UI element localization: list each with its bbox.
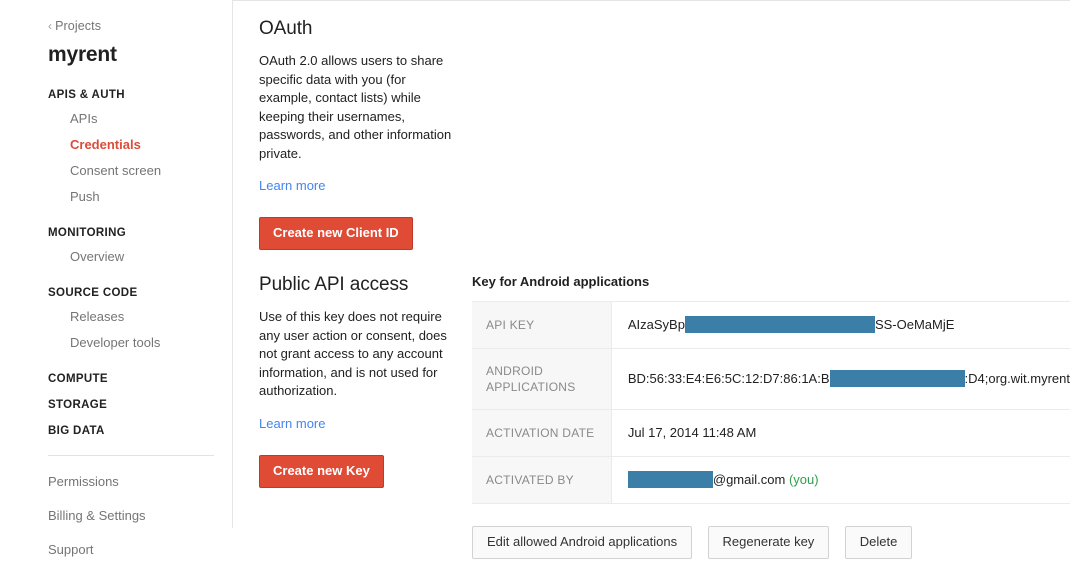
public-api-title: Public API access (259, 274, 409, 295)
oauth-description: OAuth 2.0 allows users to share specific… (259, 53, 452, 161)
public-api-description: Use of this key does not require any use… (259, 309, 447, 398)
regenerate-key-button[interactable]: Regenerate key (707, 526, 830, 560)
activated-by-domain: @gmail.com (712, 472, 786, 488)
content-area: OAuth OAuth 2.0 allows users to share sp… (233, 0, 1070, 567)
android-applications-label-line2: APPLICATIONS (486, 380, 576, 395)
key-actions-row: Edit allowed Android applications Regene… (472, 526, 1070, 560)
sidebar-item-storage[interactable]: STORAGE (48, 399, 232, 411)
edit-allowed-android-applications-button[interactable]: Edit allowed Android applications (472, 526, 693, 560)
activated-by-you-badge: (you) (788, 472, 819, 488)
sidebar-item-permissions[interactable]: Permissions (48, 474, 232, 490)
activated-by-redaction-bar (627, 471, 713, 489)
project-title: myrent (48, 43, 117, 66)
nav-group-monitoring: MONITORING Overview (48, 227, 232, 265)
sidebar-item-developer-tools[interactable]: Developer tools (48, 335, 232, 351)
key-details-table: API KEY AIzaSyBp SS-OeMaMjE ANDROID APPLI… (472, 301, 1070, 504)
delete-button[interactable]: Delete (844, 526, 913, 560)
android-applications-suffix: :D4;org.wit.myrent (964, 371, 1070, 387)
android-applications-prefix: BD:56:33:E4:E6:5C:12:D7:86:1A:B (627, 371, 830, 387)
sidebar-item-compute[interactable]: COMPUTE (48, 373, 232, 385)
activation-date-value: Jul 17, 2014 11:48 AM (627, 425, 757, 441)
sidebar-item-consent-screen[interactable]: Consent screen (48, 163, 232, 179)
api-key-redaction-bar (684, 316, 875, 334)
sidebar-item-billing-settings[interactable]: Billing & Settings (48, 508, 232, 524)
credentials-page: ‹ Projects myrent APIS & AUTH APIs Creden… (0, 0, 1070, 567)
breadcrumb-label: Projects (55, 19, 102, 33)
create-new-key-button[interactable]: Create new Key (259, 454, 384, 488)
oauth-section: OAuth OAuth 2.0 allows users to share sp… (259, 18, 459, 250)
activated-by-value: @gmail.com (you) (611, 457, 1070, 504)
nav-group-apis-auth: APIS & AUTH APIs Credentials Consent scr… (48, 89, 232, 205)
android-applications-redaction-bar (829, 370, 965, 388)
api-key-value: AIzaSyBp SS-OeMaMjE (611, 302, 1070, 349)
sidebar: ‹ Projects myrent APIS & AUTH APIs Creden… (0, 0, 232, 567)
sidebar-item-overview[interactable]: Overview (48, 249, 232, 265)
sidebar-item-credentials[interactable]: Credentials (48, 137, 232, 153)
public-api-access-section: Public API access Use of this key does n… (259, 274, 459, 488)
api-key-suffix: SS-OeMaMjE (874, 317, 955, 332)
sidebar-section-divider (48, 455, 214, 456)
table-row-api-key: API KEY AIzaSyBp SS-OeMaMjE (472, 301, 1070, 349)
sidebar-item-push[interactable]: Push (48, 189, 232, 205)
sidebar-item-apis[interactable]: APIs (48, 111, 232, 127)
table-row-android-applications: ANDROID APPLICATIONS BD:56:33:E4:E6:5C:1… (472, 348, 1070, 410)
nav-heading-apis-auth: APIS & AUTH (48, 89, 125, 101)
sidebar-item-big-data[interactable]: BIG DATA (48, 425, 232, 437)
sidebar-item-releases[interactable]: Releases (48, 309, 232, 325)
android-applications-value: BD:56:33:E4:E6:5C:12:D7:86:1A:B :D4;org.w… (611, 349, 1070, 410)
oauth-title: OAuth (259, 18, 313, 39)
public-api-learn-more-link[interactable]: Learn more (259, 416, 325, 431)
api-key-label: API KEY (472, 301, 612, 349)
nav-heading-source-code: SOURCE CODE (48, 287, 138, 299)
api-key-prefix: AIzaSyBp (627, 317, 685, 332)
nav-heading-monitoring: MONITORING (48, 227, 127, 239)
oauth-learn-more-link[interactable]: Learn more (259, 178, 325, 193)
nav-group-standalone: COMPUTE STORAGE BIG DATA (48, 373, 232, 437)
back-chevron-icon: ‹ (48, 19, 53, 33)
activation-date-label: ACTIVATION DATE (472, 409, 612, 457)
android-applications-label-line1: ANDROID (486, 364, 544, 379)
activated-by-label: ACTIVATED BY (472, 456, 612, 504)
table-row-activated-by: ACTIVATED BY @gmail.com (you) (472, 456, 1070, 504)
key-panel: Key for Android applications API KEY AIz… (472, 274, 1070, 560)
breadcrumb[interactable]: ‹ Projects (48, 19, 232, 33)
create-new-client-id-button[interactable]: Create new Client ID (259, 217, 413, 250)
sidebar-item-support[interactable]: Support (48, 542, 232, 558)
android-applications-label: ANDROID APPLICATIONS (472, 348, 612, 410)
table-row-activation-date: ACTIVATION DATE Jul 17, 2014 11:48 AM (472, 409, 1070, 457)
key-panel-heading: Key for Android applications (472, 274, 650, 289)
nav-group-source-code: SOURCE CODE Releases Developer tools (48, 287, 232, 351)
